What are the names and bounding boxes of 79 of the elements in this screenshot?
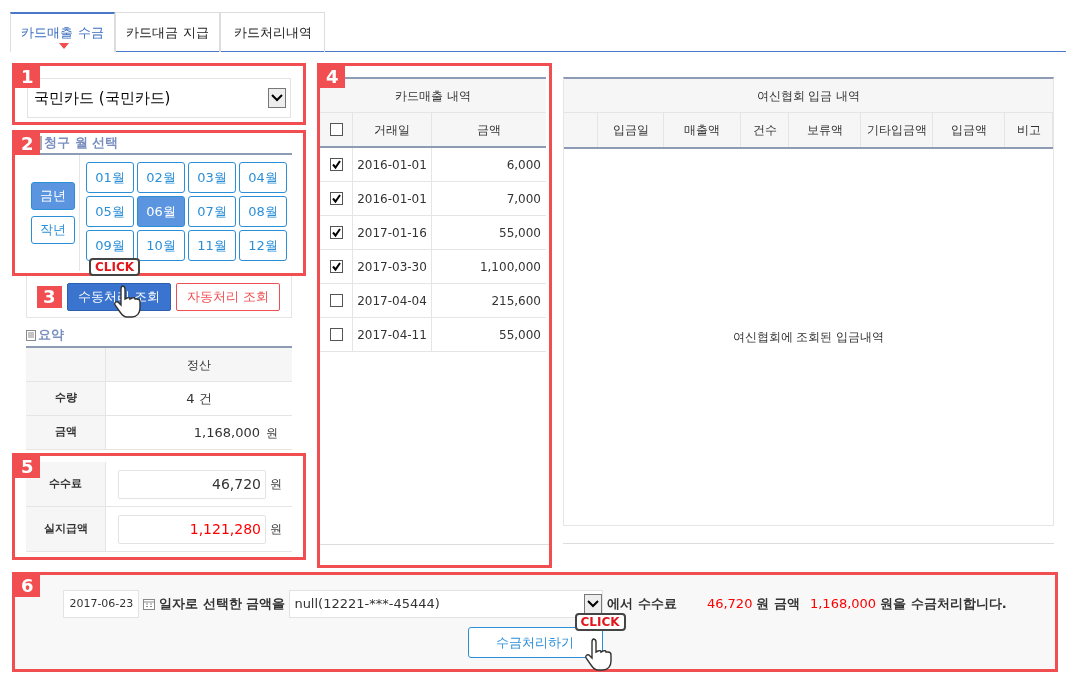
- step-number-badge: 1: [15, 66, 40, 88]
- table-cell: 2017-01-16: [353, 216, 432, 249]
- table-cell-text: 6,000: [505, 156, 542, 174]
- column-header: 금액: [476, 121, 502, 139]
- click-callout: CLICK: [89, 258, 141, 276]
- instruction-text: 원을 수금처리합니다.: [880, 595, 1007, 614]
- amount-field[interactable]: 46,720: [118, 469, 266, 499]
- column-header: 입금액: [933, 113, 1005, 147]
- table-cell: 2017-04-04: [353, 284, 432, 317]
- unit-text: 원: [270, 476, 282, 493]
- date-field[interactable]: 2017-06-23: [63, 590, 140, 618]
- column-header: 입금일: [598, 113, 664, 147]
- table-title: 여신협회 입금 내역: [564, 79, 1053, 113]
- table-cell-text: 7,000: [505, 190, 542, 208]
- row-checkbox[interactable]: [329, 158, 343, 171]
- column-header: 매출액: [664, 113, 741, 147]
- year-button[interactable]: 금년: [30, 182, 75, 210]
- row-checkbox[interactable]: [329, 192, 343, 205]
- month-button[interactable]: 10월: [137, 230, 185, 261]
- row-checkbox[interactable]: [329, 123, 343, 136]
- column-header: 보류액: [789, 113, 861, 147]
- month-button[interactable]: 04월: [239, 162, 287, 193]
- month-button[interactable]: 06월: [137, 196, 185, 227]
- table-cell-text: 215,600: [490, 292, 542, 310]
- month-button[interactable]: 03월: [188, 162, 236, 193]
- amount-text: 1,168,000: [193, 423, 260, 442]
- column-header: 거래일: [353, 113, 432, 146]
- tab[interactable]: 카드대금 지급: [115, 12, 220, 52]
- unit-text: 원: [266, 424, 278, 442]
- month-button[interactable]: 02월: [137, 162, 185, 193]
- column-header: 건수: [741, 113, 789, 147]
- caret-icon: [59, 43, 69, 49]
- amount-field[interactable]: 1,121,280: [118, 514, 266, 544]
- month-button[interactable]: 05월: [86, 196, 134, 227]
- section-title: 청구 월 선택: [40, 136, 119, 150]
- table-cell: 2017-04-11: [353, 318, 432, 351]
- month-button[interactable]: 12월: [239, 230, 287, 261]
- step-number-badge: 2: [15, 133, 40, 155]
- unit-text: 원: [270, 521, 282, 538]
- table-cell-text: 55,000: [498, 326, 542, 344]
- row-label: 실지급액: [26, 507, 106, 551]
- year-button[interactable]: 작년: [30, 216, 75, 244]
- column-header: 정산: [186, 356, 212, 374]
- row-checkbox[interactable]: [329, 226, 343, 239]
- collect-button[interactable]: 수금처리하기: [467, 627, 603, 658]
- instruction-text: 일자로 선택한 금액을: [159, 595, 286, 614]
- row-checkbox[interactable]: [329, 260, 343, 273]
- table-cell-text: 1,100,000: [478, 258, 542, 276]
- quantity-text: 4 건: [185, 389, 213, 408]
- query-button[interactable]: 자동처리 조회: [175, 282, 280, 311]
- account-select[interactable]: null(12221-***-45444): [289, 590, 604, 618]
- empty-message: 여신협회에 조회된 입금내역: [732, 329, 885, 346]
- table-cell: 2016-01-01: [353, 148, 432, 181]
- month-button[interactable]: 01월: [86, 162, 134, 193]
- calendar-icon[interactable]: [143, 598, 156, 610]
- column-header: 기타입금액: [861, 113, 933, 147]
- month-button[interactable]: 07월: [188, 196, 236, 227]
- row-label: 수량: [26, 382, 106, 415]
- table-cell: 2016-01-01: [353, 182, 432, 215]
- instruction-text: 원 금액: [756, 595, 800, 614]
- instruction-text: 에서 수수료: [607, 595, 677, 614]
- step-number-badge: 6: [15, 575, 40, 597]
- section-title: 요약: [38, 326, 64, 345]
- tab[interactable]: 카드매출 수금: [10, 12, 115, 52]
- row-label: 금액: [26, 416, 106, 449]
- month-button[interactable]: 11월: [188, 230, 236, 261]
- tab[interactable]: 카드처리내역: [220, 12, 325, 52]
- table-cell-text: 55,000: [498, 224, 542, 242]
- row-checkbox[interactable]: [329, 294, 343, 307]
- fee-amount: 46,720: [706, 595, 753, 614]
- step-number-badge: 5: [15, 456, 40, 478]
- document-icon: [26, 329, 36, 341]
- row-checkbox[interactable]: [329, 328, 343, 341]
- click-callout: CLICK: [574, 613, 626, 631]
- month-button[interactable]: 08월: [239, 196, 287, 227]
- column-header: 비고: [1005, 113, 1053, 147]
- total-amount: 1,168,000: [809, 595, 877, 614]
- table-cell: 2017-03-30: [353, 250, 432, 283]
- step-number-badge: 3: [37, 285, 62, 308]
